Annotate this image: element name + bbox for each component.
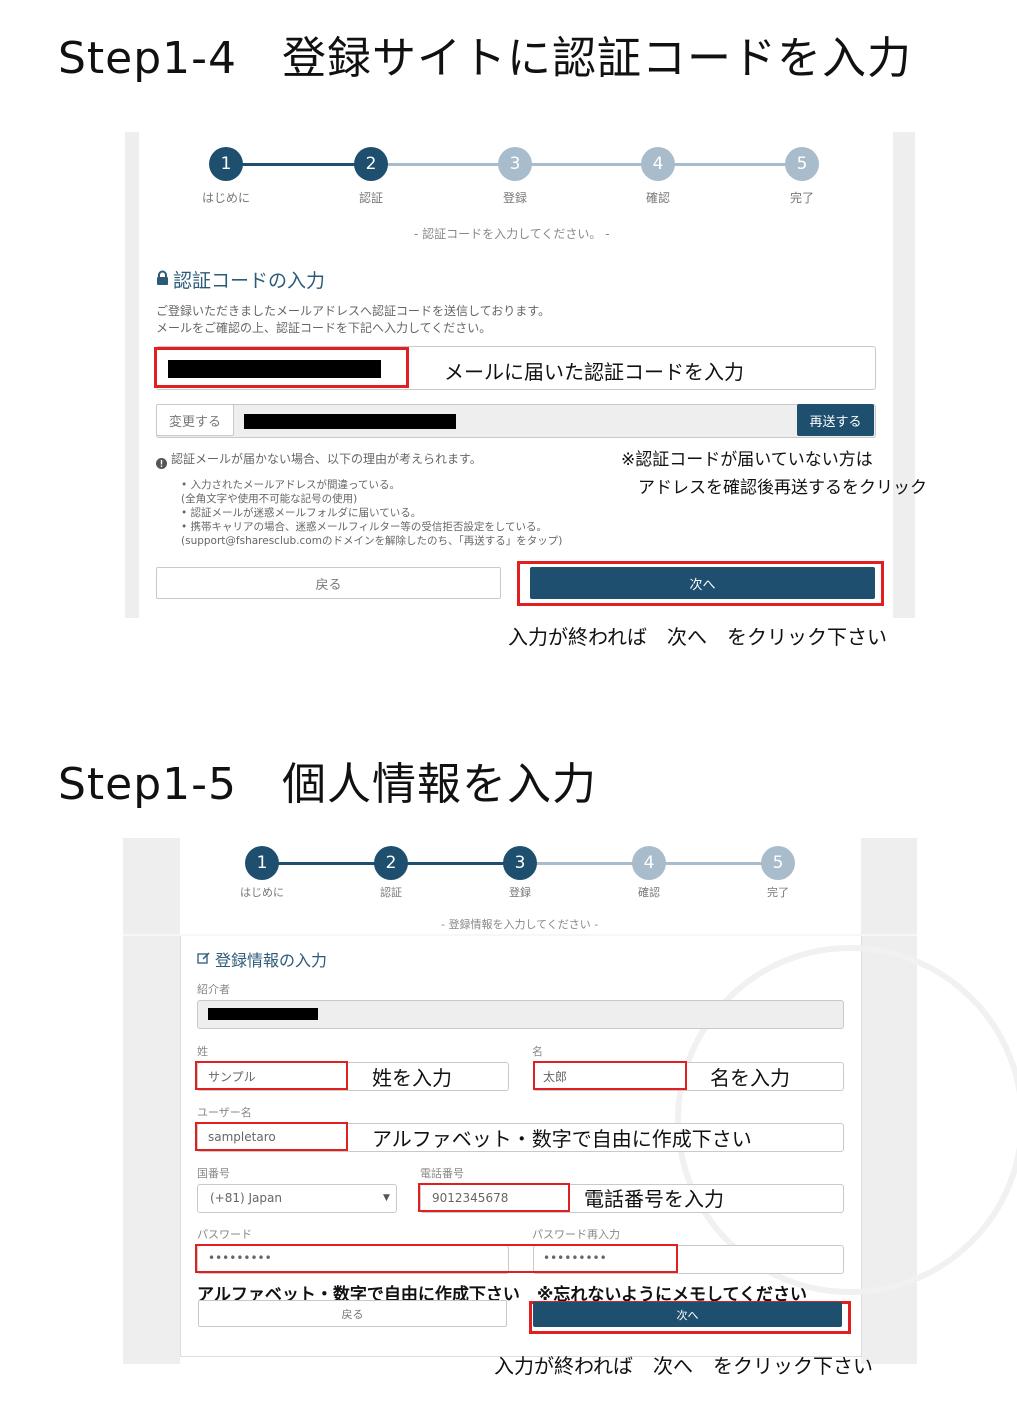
step4-step-1: 1 [209, 147, 243, 181]
step4-notice-title: 認証メールが届かない場合、以下の理由が考えられます。 [171, 452, 482, 466]
step4-screenshot-side-left [125, 132, 139, 618]
step5-section-title: 登録情報の入力 [215, 951, 328, 970]
step4-screenshot-side-right [893, 132, 915, 618]
change-email-button[interactable]: 変更する [156, 404, 234, 436]
code-annotation: メールに届いた認証コードを入力 [444, 360, 744, 384]
step5-next-annotation: 入力が終われば 次へ をクリック下さい [494, 1354, 873, 1378]
step4-reason-3: • 認証メールが迷惑メールフォルダに届いている。 [181, 507, 422, 519]
step4-step-label-3: 登録 [502, 191, 527, 205]
edit-icon [197, 950, 211, 964]
resend-note-line2: アドレスを確認後再送するをクリック [638, 478, 927, 498]
step5-step-label-4: 確認 [638, 886, 660, 899]
username-label: ユーザー名 [197, 1106, 252, 1119]
step5-step-5: 5 [761, 846, 795, 880]
password-highlight [195, 1244, 678, 1273]
step5-step-label-1: はじめに [240, 886, 284, 899]
step4-section-title: 認証コードの入力 [173, 270, 326, 292]
step4-step-label-4: 確認 [645, 191, 670, 205]
step4-step-label-5: 完了 [789, 191, 814, 205]
first-name-value: 太郎 [543, 1070, 568, 1084]
step5-step-label-2: 認証 [380, 886, 402, 899]
step4-back-button[interactable]: 戻る [156, 567, 501, 599]
step4-step-5: 5 [785, 147, 819, 181]
phone-label: 電話番号 [420, 1167, 464, 1180]
dropdown-arrow-icon: ▼ [383, 1193, 390, 1203]
step5-step-2: 2 [374, 846, 408, 880]
last-name-annotation: 姓を入力 [372, 1066, 452, 1090]
step4-reason-1: • 入力されたメールアドレスが間違っている。 [181, 479, 401, 491]
step5-step-1: 1 [245, 846, 279, 880]
step5-next-button[interactable]: 次へ [533, 1302, 842, 1327]
verification-code-redacted [168, 360, 381, 378]
last-name-label: 姓 [197, 1045, 208, 1058]
step4-next-button[interactable]: 次へ [530, 567, 875, 599]
lock-icon [156, 270, 169, 286]
step4-next-annotation: 入力が終われば 次へ をクリック下さい [508, 625, 887, 649]
step4-step-label-1: はじめに [201, 191, 250, 205]
country-code-value: (+81) Japan [210, 1191, 282, 1205]
resend-note-line1: ※認証コードが届いていない方は [621, 450, 873, 470]
phone-annotation: 電話番号を入力 [584, 1187, 724, 1211]
password-confirm-label: パスワード再入力 [532, 1228, 620, 1241]
step4-reason-5: (support@fsharesclub.comのドメインを解除したのち、「再送… [181, 535, 563, 547]
last-name-value: サンプル [208, 1070, 256, 1084]
step4-step-3: 3 [498, 147, 532, 181]
step4-intro-line2: メールをご確認の上、認証コードを下記へ入力してください。 [156, 321, 492, 335]
password-label: パスワード [197, 1228, 252, 1241]
username-value: sampletaro [208, 1130, 276, 1144]
email-redacted [244, 414, 456, 429]
step4-subtitle: - 認証コードを入力してください。 - [414, 227, 610, 241]
first-name-label: 名 [532, 1045, 543, 1058]
step5-screenshot-side-left [123, 838, 180, 1364]
phone-value: 9012345678 [432, 1191, 509, 1205]
step4-step-4: 4 [641, 147, 675, 181]
step5-step-3: 3 [503, 846, 537, 880]
step4-reason-2: (全角文字や使用不可能な記号の使用) [181, 493, 358, 505]
country-code-label: 国番号 [197, 1167, 230, 1180]
step4-step-2: 2 [354, 147, 388, 181]
step4-intro-line1: ご登録いただきましたメールアドレスへ認証コードを送信しております。 [156, 304, 551, 318]
step5-step-4: 4 [632, 846, 666, 880]
step4-progress-line-todo [372, 163, 802, 166]
step4-reason-4: • 携帯キャリアの場合、迷惑メールフィルター等の受信拒否設定をしている。 [181, 521, 548, 533]
step4-progress-line-done [226, 163, 372, 166]
info-icon [156, 454, 167, 469]
first-name-annotation: 名を入力 [710, 1066, 790, 1090]
step4-heading: Step1-4 登録サイトに認証コードを入力 [58, 33, 913, 84]
username-annotation: アルファベット・数字で自由に作成下さい [372, 1127, 752, 1151]
referrer-label: 紹介者 [197, 983, 230, 996]
resend-button[interactable]: 再送する [797, 404, 874, 436]
step5-step-label-3: 登録 [509, 886, 531, 899]
step4-step-label-2: 認証 [358, 191, 383, 205]
referrer-redacted [208, 1008, 318, 1020]
step5-heading: Step1-5 個人情報を入力 [58, 759, 598, 810]
step5-back-button[interactable]: 戻る [198, 1300, 507, 1327]
step5-subtitle: - 登録情報を入力してください - [441, 918, 599, 931]
step5-step-label-5: 完了 [767, 886, 789, 899]
